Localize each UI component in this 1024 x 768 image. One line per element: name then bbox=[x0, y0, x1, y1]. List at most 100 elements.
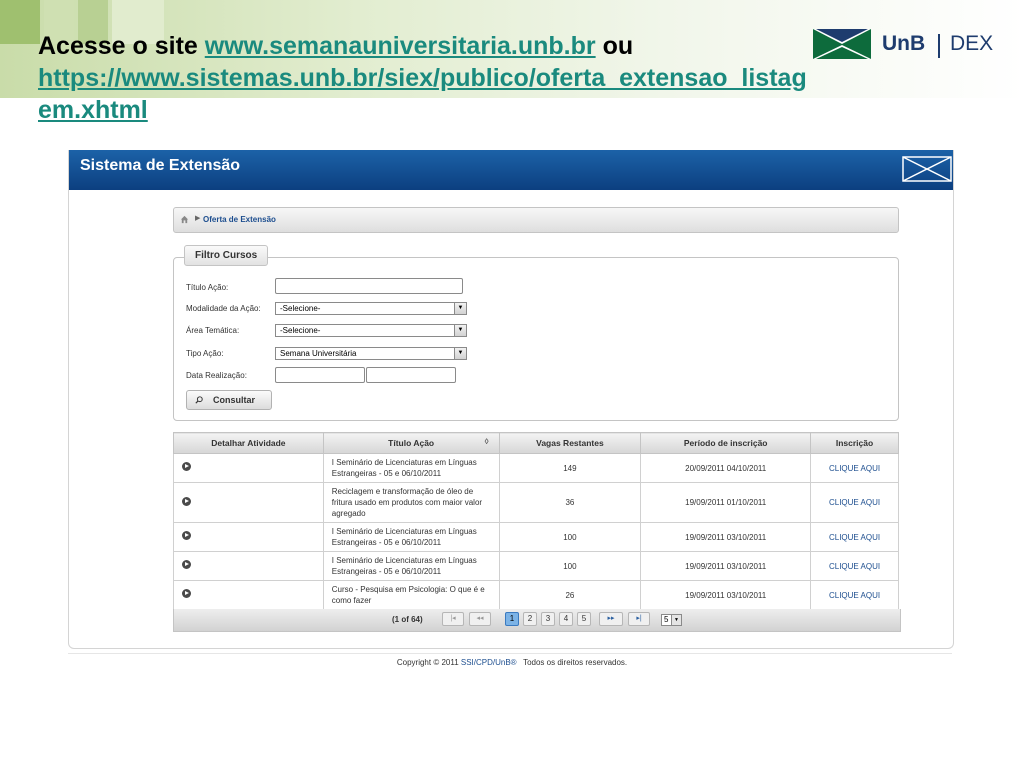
data-inicio-input[interactable] bbox=[275, 367, 365, 383]
data-fim-input[interactable] bbox=[366, 367, 456, 383]
chevron-down-icon[interactable]: ▼ bbox=[454, 325, 466, 336]
unb-emblem-icon bbox=[813, 29, 871, 59]
sort-icon[interactable]: ◊ bbox=[485, 437, 489, 446]
row-expand-icon[interactable] bbox=[182, 462, 191, 471]
logo-dex-text: DEX bbox=[950, 32, 994, 55]
page-button-3[interactable]: 3 bbox=[541, 612, 555, 626]
table-row: I Seminário de Licenciaturas em Línguas … bbox=[173, 453, 899, 483]
table-row: I Seminário de Licenciaturas em Línguas … bbox=[173, 522, 899, 552]
footer-divider bbox=[68, 653, 952, 654]
tipo-value: Semana Universitária bbox=[280, 349, 357, 358]
detalhar-cell bbox=[173, 580, 324, 610]
tipo-acao-select[interactable]: Semana Universitária ▼ bbox=[275, 347, 467, 360]
periodo-cell: 19/09/2011 03/10/2011 bbox=[640, 580, 812, 610]
modalidade-select[interactable]: -Selecione- ▼ bbox=[275, 302, 467, 315]
rows-per-page-select[interactable]: 5 ▼ bbox=[661, 614, 682, 626]
data-label: Data Realização: bbox=[186, 371, 247, 380]
page-button-4[interactable]: 4 bbox=[559, 612, 573, 626]
inscricao-link[interactable]: CLIQUE AQUI bbox=[810, 551, 899, 581]
titulo-cell: I Seminário de Licenciaturas em Línguas … bbox=[322, 522, 500, 552]
logo-separator bbox=[938, 34, 940, 58]
modalidade-value: -Selecione- bbox=[280, 304, 321, 313]
app-footer: Copyright © 2011 SSI/CPD/UnB® Todos os d… bbox=[0, 658, 1024, 667]
detalhar-cell bbox=[173, 482, 324, 523]
app-header: Sistema de Extensão bbox=[69, 150, 953, 190]
table-row: I Seminário de Licenciaturas em Línguas … bbox=[173, 551, 899, 581]
row-expand-icon[interactable] bbox=[182, 589, 191, 598]
area-label: Área Temática: bbox=[186, 326, 240, 335]
unb-dex-logo: UnB DEX bbox=[812, 28, 1012, 64]
siex-listagem-link[interactable]: https://www.sistemas.unb.br/siex/publico… bbox=[38, 64, 807, 124]
titulo-cell: I Seminário de Licenciaturas em Línguas … bbox=[322, 453, 500, 483]
periodo-cell: 20/09/2011 04/10/2011 bbox=[640, 453, 812, 483]
vagas-cell: 26 bbox=[498, 580, 642, 610]
semana-universitaria-link[interactable]: www.semanauniversitaria.unb.br bbox=[205, 32, 596, 60]
ofertas-table: Detalhar Atividade Título Ação ◊ Vagas R… bbox=[173, 432, 899, 610]
rows-per-page-value: 5 bbox=[664, 615, 669, 624]
consultar-button[interactable]: Consultar bbox=[186, 390, 272, 410]
slide-decoration-block bbox=[0, 0, 40, 44]
prev-page-button[interactable]: ◂◂ bbox=[469, 612, 491, 626]
first-page-button[interactable]: |◂ bbox=[442, 612, 464, 626]
paginator: (1 of 64) |◂ ◂◂ 1 2 3 4 5 ▸▸ ▸| 5 ▼ bbox=[173, 609, 901, 632]
col-header-vagas: Vagas Restantes bbox=[498, 432, 642, 454]
col-header-periodo: Período de inscrição bbox=[640, 432, 812, 454]
app-title: Sistema de Extensão bbox=[80, 157, 241, 174]
chevron-down-icon[interactable]: ▼ bbox=[454, 303, 466, 314]
tipo-label: Tipo Ação: bbox=[186, 349, 224, 358]
table-header-row: Detalhar Atividade Título Ação ◊ Vagas R… bbox=[173, 432, 899, 454]
inscricao-link[interactable]: CLIQUE AQUI bbox=[810, 522, 899, 552]
vagas-cell: 100 bbox=[498, 522, 642, 552]
periodo-cell: 19/09/2011 03/10/2011 bbox=[640, 522, 812, 552]
footer-suffix: Todos os direitos reservados. bbox=[516, 658, 628, 667]
titulo-cell: I Seminário de Licenciaturas em Línguas … bbox=[322, 551, 500, 581]
slide-title: Acesse o site www.semanauniversitaria.un… bbox=[38, 30, 808, 126]
home-icon[interactable] bbox=[180, 215, 189, 224]
area-tematica-select[interactable]: -Selecione- ▼ bbox=[275, 324, 467, 337]
detalhar-cell bbox=[173, 551, 324, 581]
filter-panel: Filtro Cursos Título Ação: Modalidade da… bbox=[173, 245, 899, 421]
detalhar-cell bbox=[173, 522, 324, 552]
last-page-button[interactable]: ▸| bbox=[628, 612, 650, 626]
area-value: -Selecione- bbox=[280, 326, 321, 335]
footer-link[interactable]: SSI/CPD/UnB® bbox=[461, 658, 517, 667]
periodo-cell: 19/09/2011 03/10/2011 bbox=[640, 551, 812, 581]
inscricao-link[interactable]: CLIQUE AQUI bbox=[810, 453, 899, 483]
vagas-cell: 100 bbox=[498, 551, 642, 581]
inscricao-link[interactable]: CLIQUE AQUI bbox=[810, 482, 899, 523]
breadcrumb: ▶ Oferta de Extensão bbox=[173, 207, 899, 233]
col-header-titulo-label: Título Ação bbox=[388, 438, 435, 448]
page-button-1[interactable]: 1 bbox=[505, 612, 519, 626]
chevron-down-icon[interactable]: ▼ bbox=[454, 348, 466, 359]
consultar-label: Consultar bbox=[213, 395, 256, 405]
filter-legend[interactable]: Filtro Cursos bbox=[184, 245, 269, 266]
inscricao-link[interactable]: CLIQUE AQUI bbox=[810, 580, 899, 610]
titulo-label: Título Ação: bbox=[186, 283, 229, 292]
row-expand-icon[interactable] bbox=[182, 531, 191, 540]
detalhar-cell bbox=[173, 453, 324, 483]
footer-prefix: Copyright © 2011 bbox=[396, 658, 461, 667]
slide-title-prefix: Acesse o site bbox=[38, 32, 205, 60]
table-row: Curso - Pesquisa em Psicologia: O que é … bbox=[173, 580, 899, 610]
row-expand-icon[interactable] bbox=[182, 496, 191, 506]
chevron-down-icon[interactable]: ▼ bbox=[671, 615, 681, 625]
titulo-cell: Curso - Pesquisa em Psicologia: O que é … bbox=[322, 580, 500, 610]
modalidade-label: Modalidade da Ação: bbox=[186, 304, 261, 313]
breadcrumb-current[interactable]: Oferta de Extensão bbox=[203, 215, 276, 224]
titulo-cell: Reciclagem e transformação de óleo de fr… bbox=[322, 482, 500, 523]
siex-app-window: Sistema de Extensão ▶ Oferta de Extensão… bbox=[68, 150, 954, 649]
titulo-acao-input[interactable] bbox=[275, 278, 463, 294]
page-info: (1 of 64) bbox=[392, 615, 423, 624]
vagas-cell: 36 bbox=[498, 482, 642, 523]
periodo-cell: 19/09/2011 01/10/2011 bbox=[640, 482, 812, 523]
row-expand-icon[interactable] bbox=[182, 560, 191, 569]
col-header-inscricao: Inscrição bbox=[810, 432, 899, 454]
page-button-5[interactable]: 5 bbox=[577, 612, 591, 626]
search-icon bbox=[195, 396, 203, 404]
col-header-detalhar: Detalhar Atividade bbox=[173, 432, 324, 454]
table-row: Reciclagem e transformação de óleo de fr… bbox=[173, 482, 899, 523]
page-button-2[interactable]: 2 bbox=[523, 612, 537, 626]
col-header-titulo[interactable]: Título Ação ◊ bbox=[322, 432, 500, 454]
slide-title-middle: ou bbox=[595, 32, 634, 60]
next-page-button[interactable]: ▸▸ bbox=[599, 612, 623, 626]
